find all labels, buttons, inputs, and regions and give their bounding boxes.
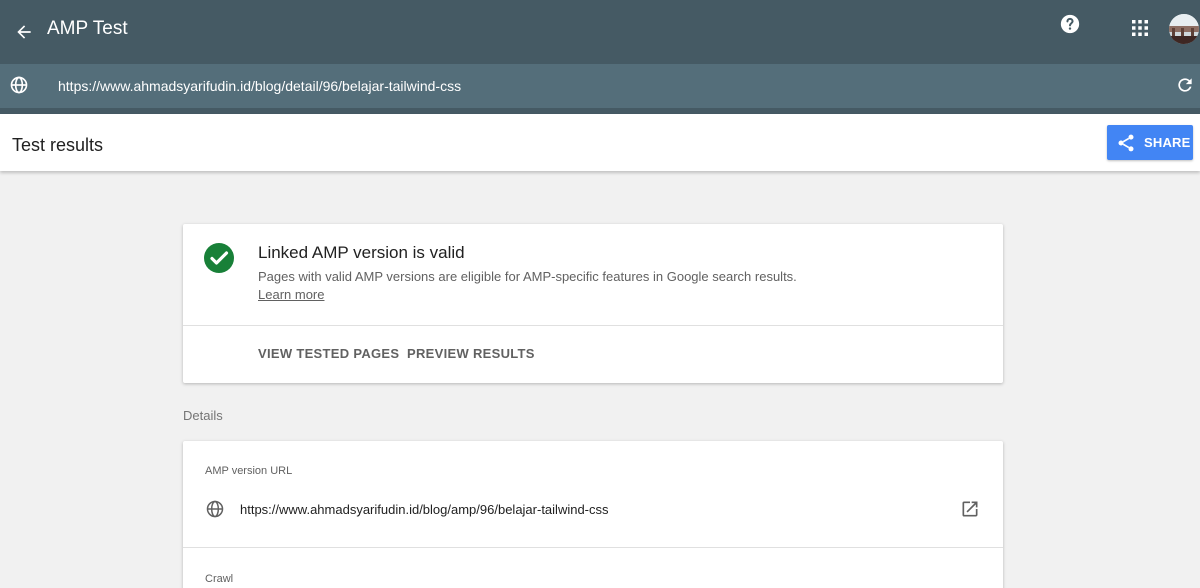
amp-url-label: AMP version URL [205,465,293,477]
share-button[interactable]: SHARE [1107,125,1193,160]
app-bar [0,0,1200,64]
result-description: Pages with valid AMP versions are eligib… [258,268,798,304]
tested-url[interactable]: https://www.ahmadsyarifudin.id/blog/deta… [58,77,461,95]
user-avatar[interactable] [1169,14,1199,44]
results-header [0,114,1200,171]
result-description-text: Pages with valid AMP versions are eligib… [258,269,797,284]
share-label: SHARE [1144,135,1191,150]
details-divider [183,547,1003,548]
app-title: AMP Test [47,18,128,39]
globe-icon [206,500,224,518]
globe-icon [10,76,28,94]
results-title: Test results [12,135,104,155]
open-in-new-icon [962,501,978,517]
view-tested-pages-button[interactable]: VIEW TESTED PAGES [258,347,399,361]
learn-more-link[interactable]: Learn more [258,287,324,302]
details-heading: Details [183,408,223,423]
amp-url-value: https://www.ahmadsyarifudin.id/blog/amp/… [240,502,609,517]
apps-button[interactable] [1129,17,1151,39]
apps-grid-icon [1132,20,1148,36]
help-circle-icon [1060,14,1080,34]
check-circle-icon [204,243,234,273]
crawl-label: Crawl [205,573,234,585]
result-heading: Linked AMP version is valid [258,243,465,262]
preview-results-button[interactable]: PREVIEW RESULTS [407,347,535,361]
reload-icon [1178,78,1192,92]
card-divider [183,325,1003,326]
reload-button[interactable] [1175,75,1195,95]
avatar-image [1169,14,1199,44]
back-button[interactable] [6,14,42,50]
share-icon [1118,134,1134,151]
open-in-new-button[interactable] [960,499,980,519]
arrow-back-icon [17,25,31,39]
help-button[interactable] [1059,13,1081,35]
